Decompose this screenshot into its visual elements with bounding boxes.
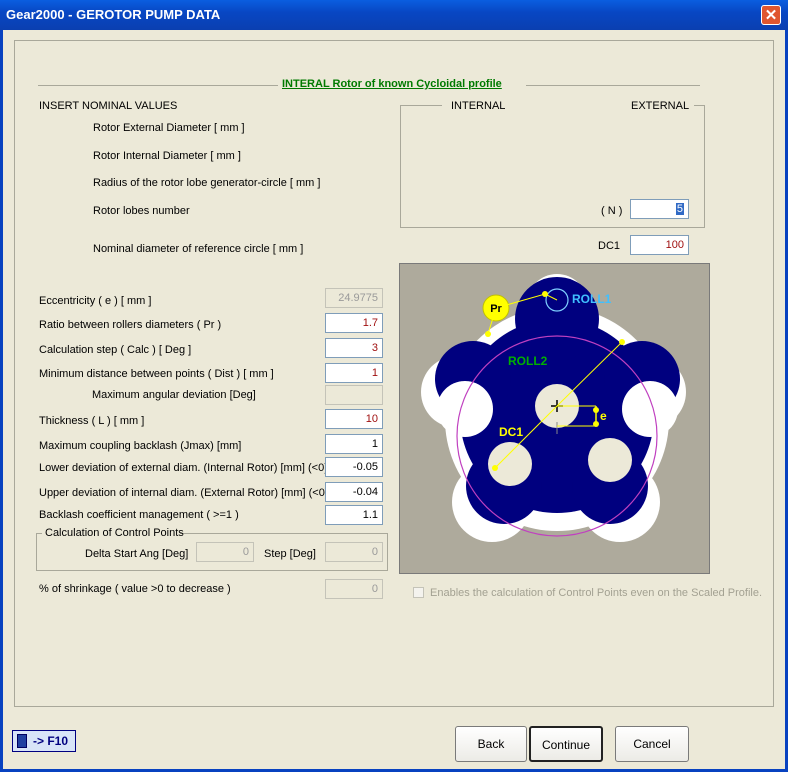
step-label: Step [Deg] — [264, 548, 316, 560]
ratio-rollers-label: Ratio between rollers diameters ( Pr ) — [39, 319, 222, 331]
eccentricity-label: Eccentricity ( e ) [ mm ] — [39, 295, 152, 307]
max-angular-deviation-label: Maximum angular deviation [Deg] — [92, 389, 256, 401]
calculator-label: -> F10 — [33, 734, 69, 748]
control-points-legend: Calculation of Control Points — [45, 527, 184, 539]
cp-line-right — [180, 533, 388, 534]
thickness-label: Thickness ( L ) [ mm ] — [39, 415, 145, 427]
step-input: 0 — [325, 542, 383, 562]
section-title: INTERAL Rotor of known Cycloidal profile — [282, 78, 502, 90]
cavity-right — [622, 381, 678, 437]
delta-start-angle-input: 0 — [196, 542, 254, 562]
scaled-profile-checkbox[interactable] — [413, 587, 424, 598]
header-line-left — [38, 85, 278, 86]
calculator-button[interactable]: -> F10 — [12, 730, 76, 752]
continue-button[interactable]: Continue — [529, 726, 603, 762]
lobes-number-value: 5 — [675, 203, 684, 215]
lobes-number-label: Rotor lobes number — [93, 205, 190, 217]
gerotor-diagram: Pr ROLL1 ROLL2 DC1 e — [399, 263, 710, 574]
gerotor-svg: Pr ROLL1 ROLL2 DC1 e — [400, 264, 709, 573]
calculator-icon — [17, 734, 27, 748]
external-column-header: EXTERNAL — [631, 100, 690, 112]
window-title: Gear2000 - GEROTOR PUMP DATA — [6, 7, 221, 22]
internal-column-header: INTERNAL — [451, 100, 506, 112]
backlash-coefficient-label: Backlash coefficient management ( >=1 ) — [39, 509, 239, 521]
max-backlash-label: Maximum coupling backlash (Jmax) [mm] — [39, 440, 242, 452]
dc1-input[interactable]: 100 — [630, 235, 689, 255]
eccentricity-input: 24.9775 — [325, 288, 383, 308]
dc1-text: DC1 — [499, 425, 523, 439]
pr-text: Pr — [490, 303, 502, 315]
calculation-step-label: Calculation step ( Calc ) [ Deg ] — [39, 344, 192, 356]
lower-deviation-input[interactable]: -0.05 — [325, 457, 383, 477]
nominal-heading: INSERT NOMINAL VALUES — [39, 100, 178, 112]
back-button[interactable]: Back — [455, 726, 527, 762]
min-distance-label: Minimum distance between points ( Dist )… — [39, 368, 274, 380]
lobes-number-input[interactable]: 5 — [630, 199, 689, 219]
delta-start-angle-label: Delta Start Ang [Deg] — [85, 548, 189, 560]
cp-line-left — [36, 533, 42, 534]
cavity-left — [437, 381, 493, 437]
upper-deviation-input[interactable]: -0.04 — [325, 482, 383, 502]
dc1-label: DC1 — [598, 240, 621, 252]
ratio-rollers-input[interactable]: 1.7 — [325, 313, 383, 333]
cavity-lower-left — [488, 442, 532, 486]
n-label: ( N ) — [601, 205, 623, 217]
reference-circle-label: Nominal diameter of reference circle [ m… — [93, 243, 304, 255]
max-angular-deviation-input — [325, 385, 383, 405]
cavity-lower-right — [588, 438, 632, 482]
shrinkage-input: 0 — [325, 579, 383, 599]
lobe-radius-label: Radius of the rotor lobe generator-circl… — [93, 177, 321, 189]
cancel-button[interactable]: Cancel — [615, 726, 689, 762]
lower-deviation-label: Lower deviation of external diam. (Inter… — [39, 462, 328, 474]
rotor-internal-diameter-label: Rotor Internal Diameter [ mm ] — [93, 150, 241, 162]
group-line-left — [400, 105, 442, 106]
thickness-input[interactable]: 10 — [325, 409, 383, 429]
roll2-text: ROLL2 — [508, 354, 548, 368]
roll1-text: ROLL1 — [572, 292, 612, 306]
header-line-right — [526, 85, 700, 86]
max-backlash-input[interactable]: 1 — [325, 434, 383, 454]
e-text: e — [600, 409, 607, 423]
min-distance-input[interactable]: 1 — [325, 363, 383, 383]
calculation-step-input[interactable]: 3 — [325, 338, 383, 358]
scaled-profile-label: Enables the calculation of Control Point… — [430, 587, 763, 599]
group-line-right — [694, 105, 705, 106]
backlash-coefficient-input[interactable]: 1.1 — [325, 505, 383, 525]
rotor-external-diameter-label: Rotor External Diameter [ mm ] — [93, 122, 245, 134]
close-button[interactable]: ✕ — [761, 5, 781, 25]
upper-deviation-label: Upper deviation of internal diam. (Exter… — [39, 487, 329, 499]
shrinkage-label: % of shrinkage ( value >0 to decrease ) — [39, 583, 231, 595]
